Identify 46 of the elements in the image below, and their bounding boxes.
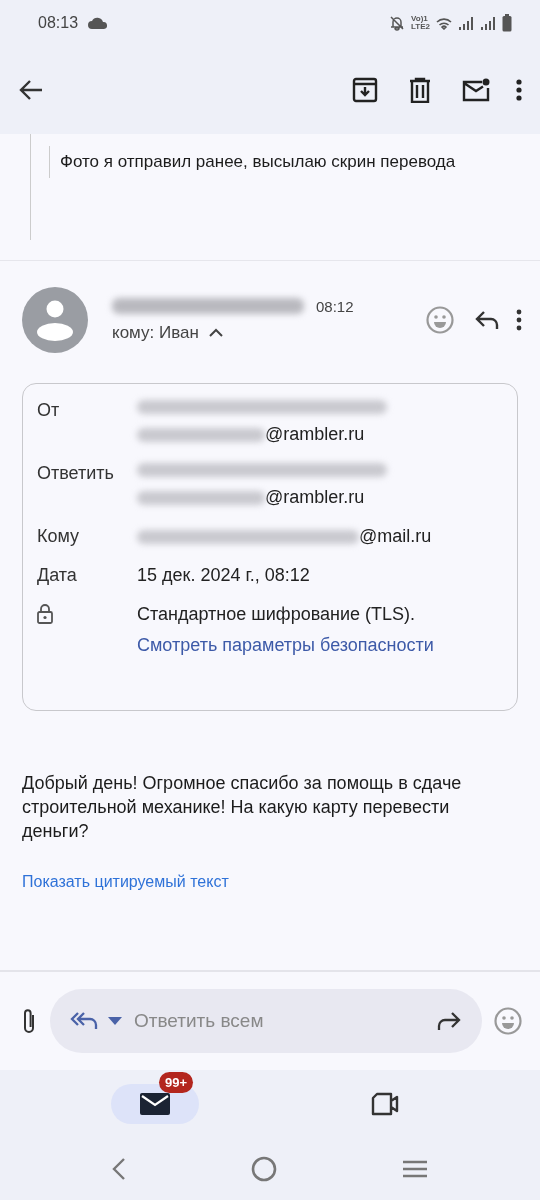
detail-value: @mail.ru	[359, 526, 432, 547]
more-icon	[516, 309, 522, 331]
smiley-icon	[494, 1007, 522, 1035]
muted-bell-icon	[389, 15, 406, 31]
message-time: 08:12	[316, 297, 354, 315]
detail-value: @rambler.ru	[265, 487, 365, 508]
detail-value: @rambler.ru	[265, 424, 365, 445]
network-label: Vo)1 LTE2	[411, 15, 430, 31]
menu-icon	[401, 1159, 428, 1179]
unread-count-badge: 99+	[159, 1072, 194, 1093]
detail-value: Стандартное шифрование (TLS).	[137, 604, 417, 625]
dropdown-caret-icon	[108, 1017, 122, 1025]
smiley-icon	[426, 306, 454, 334]
envelope-icon	[140, 1093, 170, 1115]
detail-label: Дата	[37, 565, 78, 586]
cloud-icon	[88, 17, 109, 29]
recipient-toggle[interactable]: кому: Иван	[112, 322, 223, 343]
more-icon	[516, 79, 522, 101]
battery-icon	[502, 14, 512, 32]
show-quoted-text-link[interactable]: Показать цитируемый текст	[22, 873, 229, 891]
status-time: 08:13	[38, 14, 79, 32]
detail-label: Кому	[37, 526, 81, 547]
forward-icon	[436, 1011, 462, 1031]
message-body: Добрый день! Огромное спасибо за помощь в сдаче строительной механике! На какую карту перевести деньги?	[22, 772, 463, 843]
archive-icon	[352, 77, 378, 103]
avatar-icon	[22, 287, 88, 353]
video-camera-icon	[370, 1092, 400, 1116]
home-circle-icon	[251, 1156, 277, 1182]
signal-icon	[458, 16, 474, 30]
collapse-caret-icon	[208, 328, 223, 337]
back-arrow-icon	[18, 79, 44, 101]
reply-arrow-icon	[474, 310, 500, 330]
detail-label: От	[37, 400, 61, 422]
wifi-icon	[436, 16, 452, 30]
reply-all-icon	[70, 1012, 98, 1030]
trash-icon	[408, 77, 432, 103]
reply-field[interactable]: Ответить всем	[50, 989, 482, 1053]
reply-input[interactable]: Ответить всем	[132, 1009, 426, 1033]
quoted-text: Фото я отправил ранее, высылаю скрин перевода	[60, 152, 456, 172]
back-chevron-icon	[112, 1157, 127, 1181]
detail-label: Ответить	[37, 463, 115, 485]
envelope-dot-icon	[462, 78, 490, 102]
detail-value: 15 дек. 2024 г., 08:12	[137, 565, 310, 586]
security-details-link[interactable]: Смотреть параметры безопасности	[137, 635, 434, 656]
signal-icon	[480, 16, 496, 30]
lock-icon	[37, 604, 53, 624]
